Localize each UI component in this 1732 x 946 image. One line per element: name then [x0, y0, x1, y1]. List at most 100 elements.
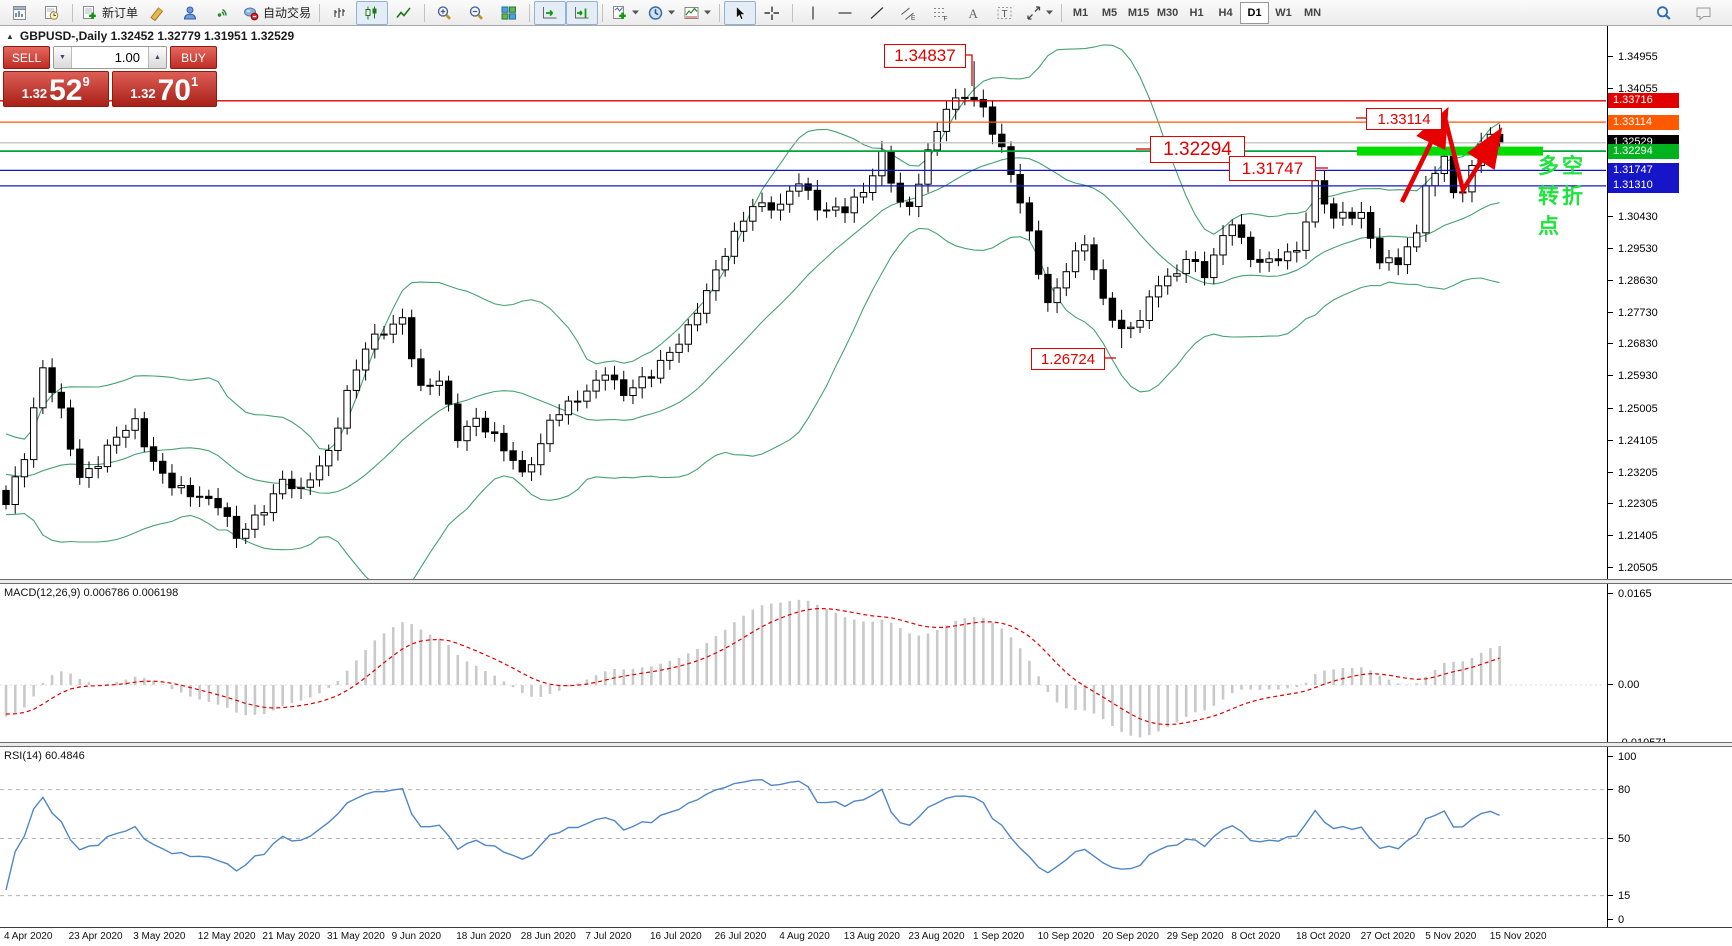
- tf-m15[interactable]: M15: [1124, 2, 1153, 24]
- bar-chart-button[interactable]: [324, 1, 356, 25]
- date-label: 9 Jun 2020: [392, 931, 442, 942]
- svg-text:T: T: [1002, 9, 1008, 20]
- auto-scroll-button[interactable]: [534, 1, 566, 25]
- toolbar-separator: [792, 4, 793, 22]
- zoom-in-button[interactable]: [429, 1, 461, 25]
- line-chart-button[interactable]: [388, 1, 420, 25]
- axis-tick-label: 100: [1608, 750, 1636, 764]
- axis-tick-label: 0.00: [1608, 678, 1639, 692]
- chevron-down-icon: [668, 10, 675, 15]
- fibo-button[interactable]: F: [925, 1, 957, 25]
- fibo-icon: F: [932, 5, 950, 21]
- sell-price-button[interactable]: 1.32 52 9: [3, 71, 109, 107]
- chart-symbol-ohlc: ▲ GBPUSD-,Daily 1.32452 1.32779 1.31951 …: [6, 29, 294, 43]
- macd-panel[interactable]: MACD(12,26,9) 0.006786 0.006198: [0, 584, 1607, 742]
- price-annotation[interactable]: 1.26724: [1031, 348, 1105, 370]
- date-label: 23 Apr 2020: [69, 931, 123, 942]
- price-annotation[interactable]: 1.33114: [1366, 108, 1442, 130]
- axis-tick-label: 1.29530: [1608, 242, 1658, 256]
- date-label: 27 Oct 2020: [1361, 931, 1415, 942]
- tf-m1[interactable]: M1: [1066, 2, 1095, 24]
- tile-windows-button[interactable]: [493, 1, 525, 25]
- chart-shift-icon: [573, 5, 591, 21]
- tf-m30[interactable]: M30: [1153, 2, 1182, 24]
- sell-button[interactable]: SELL: [3, 46, 50, 69]
- shapes-button[interactable]: [1021, 1, 1057, 25]
- chart-window-button[interactable]: [4, 1, 36, 25]
- axis-tick-label: 1.27730: [1608, 306, 1658, 320]
- date-label: 8 Oct 2020: [1231, 931, 1280, 942]
- axis-tick-label: 0: [1608, 913, 1624, 927]
- hline-button[interactable]: [829, 1, 861, 25]
- axis-tick-label: 1.21405: [1608, 529, 1658, 543]
- toolbar-separator: [719, 4, 720, 22]
- crosshair-button[interactable]: [756, 1, 788, 25]
- date-label: 13 Aug 2020: [844, 931, 900, 942]
- chart-profile-icon: [43, 5, 61, 21]
- volume-decrease-button[interactable]: ▼: [54, 47, 72, 68]
- chevron-down-icon: [1046, 10, 1053, 15]
- date-label: 21 May 2020: [262, 931, 320, 942]
- axis-tick-label: 1.26830: [1608, 337, 1658, 351]
- axis-tick-label: 0.0165: [1608, 587, 1652, 601]
- new-order-button[interactable]: 新订单: [77, 1, 142, 25]
- tf-h4[interactable]: H4: [1211, 2, 1240, 24]
- templates-button[interactable]: [679, 1, 715, 25]
- community-icon: [181, 5, 199, 21]
- chart-profile-button[interactable]: [36, 1, 68, 25]
- rsi-chart[interactable]: [0, 747, 1607, 927]
- community-button[interactable]: [174, 1, 206, 25]
- svg-text:A: A: [969, 6, 979, 21]
- axis-tick-label: 1.30430: [1608, 210, 1658, 224]
- date-label: 29 Sep 2020: [1167, 931, 1224, 942]
- auto-trading-button[interactable]: 自动交易: [238, 1, 315, 25]
- cursor-button[interactable]: [724, 1, 756, 25]
- trendline-icon: [868, 5, 886, 21]
- tf-m5[interactable]: M5: [1095, 2, 1124, 24]
- panel-splitter[interactable]: [0, 742, 1732, 747]
- text-button[interactable]: A: [957, 1, 989, 25]
- main-chart-panel[interactable]: ▲ GBPUSD-,Daily 1.32452 1.32779 1.31951 …: [0, 26, 1607, 579]
- date-axis[interactable]: 4 Apr 202023 Apr 20203 May 202012 May 20…: [0, 927, 1732, 946]
- buy-price-button[interactable]: 1.32 70 1: [112, 71, 218, 107]
- chart-shift-button[interactable]: [566, 1, 598, 25]
- volume-increase-button[interactable]: ▲: [148, 47, 166, 68]
- tf-d1[interactable]: D1: [1240, 2, 1269, 24]
- crayon-button[interactable]: [142, 1, 174, 25]
- price-annotation[interactable]: 1.31747: [1229, 156, 1316, 181]
- vline-button[interactable]: [797, 1, 829, 25]
- bar-chart-icon: [331, 5, 349, 21]
- svg-text:E: E: [911, 15, 916, 21]
- chevron-down-icon: [632, 10, 639, 15]
- one-click-trading-panel: SELL ▼ ▲ BUY 1.32 52 9 1.32 70 1: [3, 46, 217, 107]
- zoom-out-button[interactable]: [461, 1, 493, 25]
- tile-windows-icon: [500, 5, 518, 21]
- volume-input[interactable]: [72, 47, 148, 68]
- rsi-panel[interactable]: RSI(14) 60.4846: [0, 747, 1607, 927]
- price-annotation[interactable]: 1.34837: [884, 44, 966, 68]
- panel-splitter[interactable]: [0, 579, 1732, 584]
- buy-button[interactable]: BUY: [170, 46, 217, 69]
- trendline-button[interactable]: [861, 1, 893, 25]
- date-label: 3 May 2020: [133, 931, 185, 942]
- axis-tick-label: 50: [1608, 832, 1630, 846]
- search-button[interactable]: [1648, 1, 1680, 25]
- collapse-arrow-icon[interactable]: ▲: [6, 32, 14, 41]
- tf-h1[interactable]: H1: [1182, 2, 1211, 24]
- periods-button[interactable]: [643, 1, 679, 25]
- channel-button[interactable]: E: [893, 1, 925, 25]
- tf-w1[interactable]: W1: [1269, 2, 1298, 24]
- axis-tick-label: 1.23205: [1608, 466, 1658, 480]
- chat-button[interactable]: [1688, 1, 1720, 25]
- mt4-window: 新订单 自动交易 E F A T M1M5M15M30H1H4D1W1MN ▲ GBPUSD…: [0, 0, 1732, 946]
- macd-chart[interactable]: [0, 584, 1607, 742]
- indicators-button[interactable]: [607, 1, 643, 25]
- signals-button[interactable]: [206, 1, 238, 25]
- label-button[interactable]: T: [989, 1, 1021, 25]
- tf-mn[interactable]: MN: [1298, 2, 1327, 24]
- chart-note-text[interactable]: 多空转折点: [1538, 150, 1607, 240]
- price-axis[interactable]: 1.349551.340551.304301.295301.286301.277…: [1607, 26, 1732, 927]
- buy-price-big: 70: [158, 78, 191, 104]
- candlestick-button[interactable]: [356, 1, 388, 25]
- zoom-out-icon: [468, 5, 486, 21]
